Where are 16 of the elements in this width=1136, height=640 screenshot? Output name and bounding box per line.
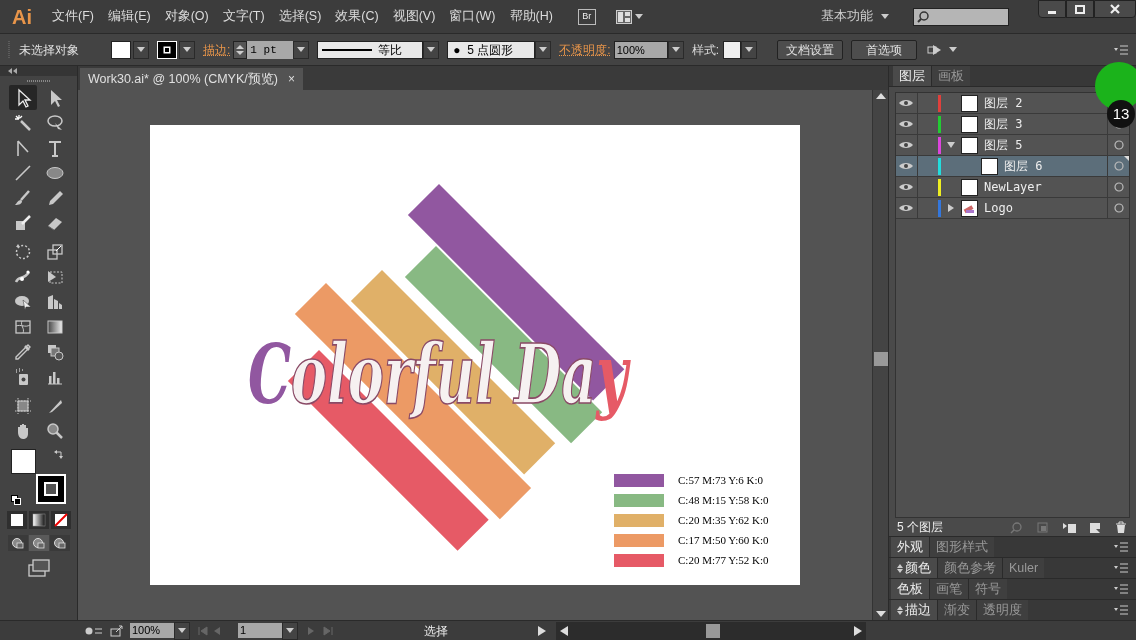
layer-name: 图层 2 bbox=[984, 95, 1023, 112]
color-value-label: C:20 M:77 Y:52 K:0 bbox=[678, 552, 769, 568]
status-text: 选择 bbox=[423, 622, 449, 640]
color-value-label: C:57 M:73 Y:6 K:0 bbox=[678, 472, 764, 488]
layer-name: 图层 6 bbox=[1004, 158, 1043, 175]
layer-name: 图层 5 bbox=[984, 137, 1023, 154]
selection-status: 未选择对象 bbox=[19, 41, 80, 59]
color-value-label: C:20 M:35 Y:62 K:0 bbox=[678, 512, 769, 528]
style-label: 样式: bbox=[691, 41, 720, 59]
color-value-label: C:48 M:15 Y:58 K:0 bbox=[678, 492, 769, 508]
layer-name: Logo bbox=[984, 200, 1013, 217]
layer-name: 图层 3 bbox=[984, 116, 1023, 133]
layer-count: 5 个图层 bbox=[897, 519, 943, 536]
app-logo: Ai bbox=[12, 4, 33, 30]
layer-name: NewLayer bbox=[984, 179, 1042, 196]
color-value-label: C:17 M:50 Y:60 K:0 bbox=[678, 532, 769, 548]
